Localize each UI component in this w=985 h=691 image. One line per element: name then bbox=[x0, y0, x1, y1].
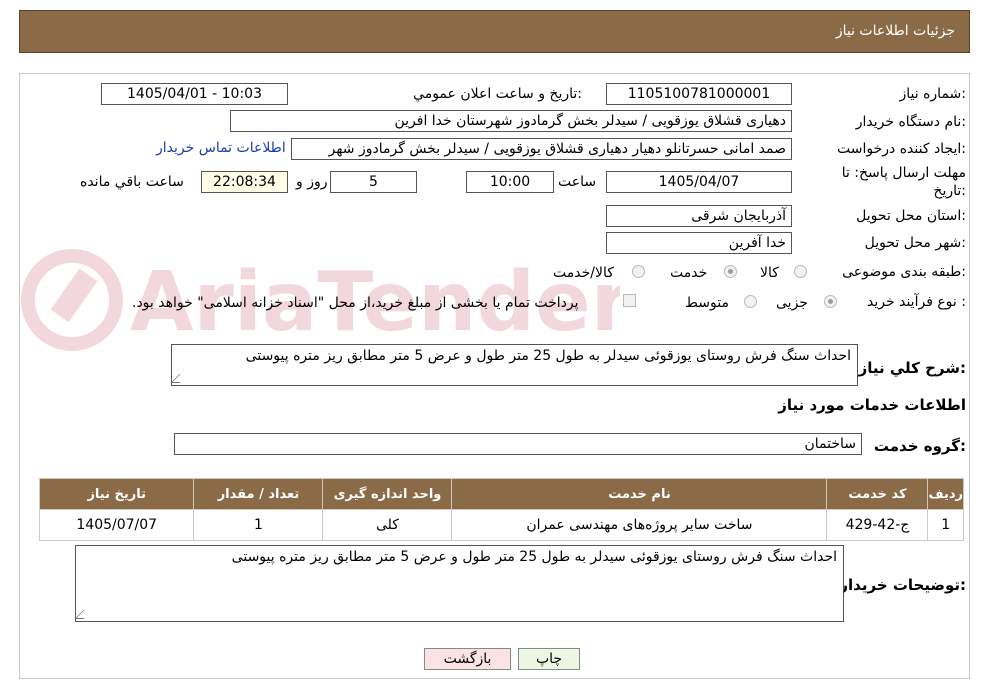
category-label: طبقه بندی موضوعی: bbox=[842, 264, 966, 280]
col-code-header: کد خدمت bbox=[826, 478, 929, 510]
announce-label: تاریخ و ساعت اعلان عمومي: bbox=[413, 86, 582, 102]
print-button[interactable]: چاپ bbox=[518, 648, 580, 670]
deadline-date-field: 1405/04/07 bbox=[606, 171, 792, 193]
page-header: جزئیات اطلاعات نیاز bbox=[19, 10, 970, 53]
col-qty-header: تعداد / مقدار bbox=[193, 478, 324, 510]
col-row-header: ردیف bbox=[927, 478, 964, 510]
category-both-radio[interactable] bbox=[632, 265, 645, 278]
category-goods-radio[interactable] bbox=[794, 265, 807, 278]
table-row: 1 ج-42-429 ساخت سایر پروژه‌های مهندسی عم… bbox=[38, 509, 964, 541]
time-remaining-field: 22:08:34 bbox=[201, 171, 288, 193]
buyer-org-field: دهیاری قشلاق یوزقویی / سیدلر بخش گرمادوز… bbox=[230, 110, 792, 132]
treasury-payment-note: پرداخت تمام یا بخشی از مبلغ خرید،از محل … bbox=[132, 295, 579, 311]
summary-text: احداث سنگ فرش روستای یوزقوئی سیدلر به طو… bbox=[245, 348, 851, 364]
page-title: جزئیات اطلاعات نیاز bbox=[835, 23, 955, 39]
process-medium-radio[interactable] bbox=[744, 295, 757, 308]
summary-label: شرح کلي نیاز: bbox=[858, 359, 966, 377]
quantity-cell: 1 bbox=[193, 509, 324, 541]
buyer-notes-text: احداث سنگ فرش روستای یوزقوئی سیدلر به طو… bbox=[231, 549, 837, 565]
resize-grip-icon[interactable] bbox=[74, 610, 93, 619]
days-remaining-field: 5 bbox=[330, 171, 417, 193]
service-group-field: ساختمان bbox=[174, 433, 862, 455]
need-number-label: شماره نیاز: bbox=[899, 86, 966, 102]
deadline-label: مهلت ارسال پاسخ: تا bbox=[841, 165, 966, 181]
resize-grip-icon[interactable] bbox=[170, 374, 189, 383]
province-field: آذربایجان شرقی bbox=[606, 205, 792, 227]
buyer-notes-textarea[interactable]: احداث سنگ فرش روستای یوزقوئی سیدلر به طو… bbox=[74, 545, 844, 622]
need-number-field: 1105100781000001 bbox=[606, 83, 792, 105]
process-minor-label: جزیی bbox=[776, 295, 808, 311]
services-heading: اطلاعات خدمات مورد نیاز bbox=[778, 396, 966, 414]
buyer-notes-label: توضیحات خریدار: bbox=[839, 576, 966, 594]
unit-cell: کلی bbox=[322, 509, 453, 541]
row-index-cell: 1 bbox=[927, 509, 964, 541]
category-service-label: خدمت bbox=[670, 265, 708, 281]
deadline-label-2: تاریخ: bbox=[933, 183, 966, 199]
process-medium-label: متوسط bbox=[685, 295, 729, 311]
summary-textarea[interactable]: احداث سنگ فرش روستای یوزقوئی سیدلر به طو… bbox=[170, 344, 858, 386]
city-label: شهر محل تحویل: bbox=[864, 235, 966, 251]
category-service-radio[interactable] bbox=[724, 265, 737, 278]
process-label: نوع فرآیند خرید : bbox=[867, 294, 966, 310]
requester-label: ایجاد کننده درخواست: bbox=[837, 141, 966, 157]
col-unit-header: واحد اندازه گیری bbox=[322, 478, 453, 510]
service-group-label: گروه خدمت: bbox=[873, 437, 966, 455]
announce-datetime-field: 1405/04/01 - 10:03 bbox=[101, 83, 288, 105]
treasury-payment-checkbox[interactable] bbox=[623, 294, 636, 307]
table-header-row: ردیف کد خدمت نام خدمت واحد اندازه گیری ت… bbox=[38, 478, 964, 510]
buyer-org-label: نام دستگاه خریدار: bbox=[855, 114, 966, 130]
back-button[interactable]: بازگشت bbox=[424, 648, 511, 670]
process-minor-radio[interactable] bbox=[824, 295, 837, 308]
days-label: روز و bbox=[296, 174, 328, 190]
province-label: استان محل تحویل: bbox=[856, 208, 966, 224]
deadline-time-field: 10:00 bbox=[466, 171, 554, 193]
service-name-cell: ساخت سایر پروژه‌های مهندسی عمران bbox=[451, 509, 828, 541]
category-goods-label: کالا bbox=[760, 265, 779, 281]
deadline-time-label: ساعت bbox=[558, 174, 597, 190]
col-name-header: نام خدمت bbox=[451, 478, 828, 510]
city-field: خدا آفرین bbox=[606, 232, 792, 254]
col-date-header: تاریخ نیاز bbox=[38, 478, 195, 510]
services-table: ردیف کد خدمت نام خدمت واحد اندازه گیری ت… bbox=[38, 478, 964, 541]
category-both-label: کالا/خدمت bbox=[553, 265, 614, 281]
need-date-cell: 1405/07/07 bbox=[38, 509, 195, 541]
requester-field: صمد امانی حسرتانلو دهیار دهیاری قشلاق یو… bbox=[291, 138, 792, 160]
buyer-contact-link[interactable]: اطلاعات تماس خریدار bbox=[156, 140, 286, 156]
time-remaining-label: ساعت باقي مانده bbox=[80, 174, 184, 190]
service-code-cell: ج-42-429 bbox=[826, 509, 929, 541]
